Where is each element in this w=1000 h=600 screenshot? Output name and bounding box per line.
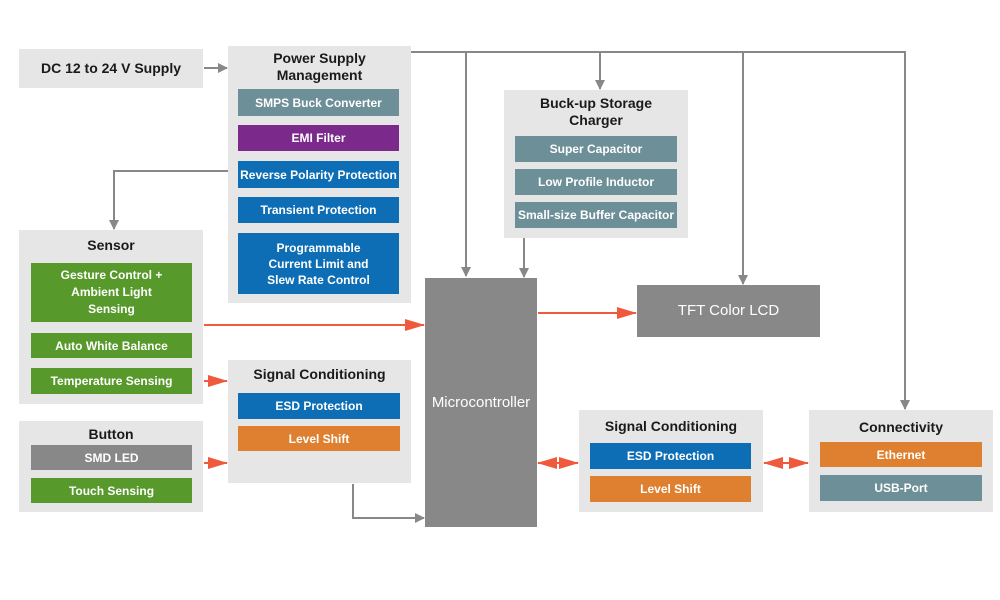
level-shift-2: Level Shift bbox=[590, 476, 751, 502]
connectivity-title: Connectivity bbox=[858, 419, 943, 435]
reverse-polarity-protection: Reverse Polarity Protection bbox=[238, 161, 399, 188]
connectivity-block: Connectivity Ethernet USB-Port bbox=[809, 410, 993, 512]
button-block: Button SMD LED Touch Sensing bbox=[19, 421, 203, 512]
ethernet: Ethernet bbox=[820, 442, 982, 467]
smd-led: SMD LED bbox=[31, 445, 192, 470]
transient-protection: Transient Protection bbox=[238, 197, 399, 223]
esd-protection-1: ESD Protection bbox=[238, 393, 400, 419]
signal1-title: Signal Conditioning bbox=[253, 366, 386, 382]
low-profile-inductor: Low Profile Inductor bbox=[515, 169, 677, 195]
touch-sensing: Touch Sensing bbox=[31, 478, 192, 503]
power-supply-management: Power Supply Management SMPS Buck Conver… bbox=[228, 46, 411, 303]
buffer-capacitor: Small-size Buffer Capacitor bbox=[515, 202, 677, 228]
sensor-title: Sensor bbox=[87, 237, 135, 253]
buckup-storage-charger: Buck-up Storage Charger Super Capacitor … bbox=[504, 90, 688, 238]
super-capacitor: Super Capacitor bbox=[515, 136, 677, 162]
dc-supply-label: DC 12 to 24 V Supply bbox=[40, 60, 182, 76]
tft-color-lcd: TFT Color LCD bbox=[637, 285, 820, 337]
usb-port: USB-Port bbox=[820, 475, 982, 501]
auto-white-balance: Auto White Balance bbox=[31, 333, 192, 358]
dc-supply-block: DC 12 to 24 V Supply bbox=[19, 49, 203, 88]
signal-conditioning-2: Signal Conditioning ESD Protection Level… bbox=[579, 410, 763, 512]
power-title: Power Supply Management bbox=[273, 50, 366, 83]
arrow-power-to-sensor bbox=[109, 170, 228, 230]
esd-protection-2: ESD Protection bbox=[590, 443, 751, 469]
signal2-title: Signal Conditioning bbox=[604, 418, 738, 434]
arrow-signal-to-mcu bbox=[352, 484, 425, 523]
programmable-current-limit: Programmable Current Limit and Slew Rate… bbox=[238, 233, 399, 294]
sensor-block: Sensor Gesture Control + Ambient Light S… bbox=[19, 230, 203, 404]
block-diagram: DC 12 to 24 V Supply Power Supply Manage… bbox=[0, 0, 1000, 600]
button-title: Button bbox=[88, 426, 134, 442]
signal-conditioning-1: Signal Conditioning ESD Protection Level… bbox=[228, 360, 411, 483]
buckup-title: Buck-up Storage Charger bbox=[539, 95, 652, 128]
gesture-control: Gesture Control + Ambient Light Sensing bbox=[31, 263, 192, 322]
microcontroller: Microcontroller bbox=[425, 278, 537, 527]
level-shift-1: Level Shift bbox=[238, 426, 400, 451]
smps-buck-converter: SMPS Buck Converter bbox=[238, 89, 399, 116]
temperature-sensing: Temperature Sensing bbox=[31, 368, 192, 394]
emi-filter: EMI Filter bbox=[238, 125, 399, 151]
